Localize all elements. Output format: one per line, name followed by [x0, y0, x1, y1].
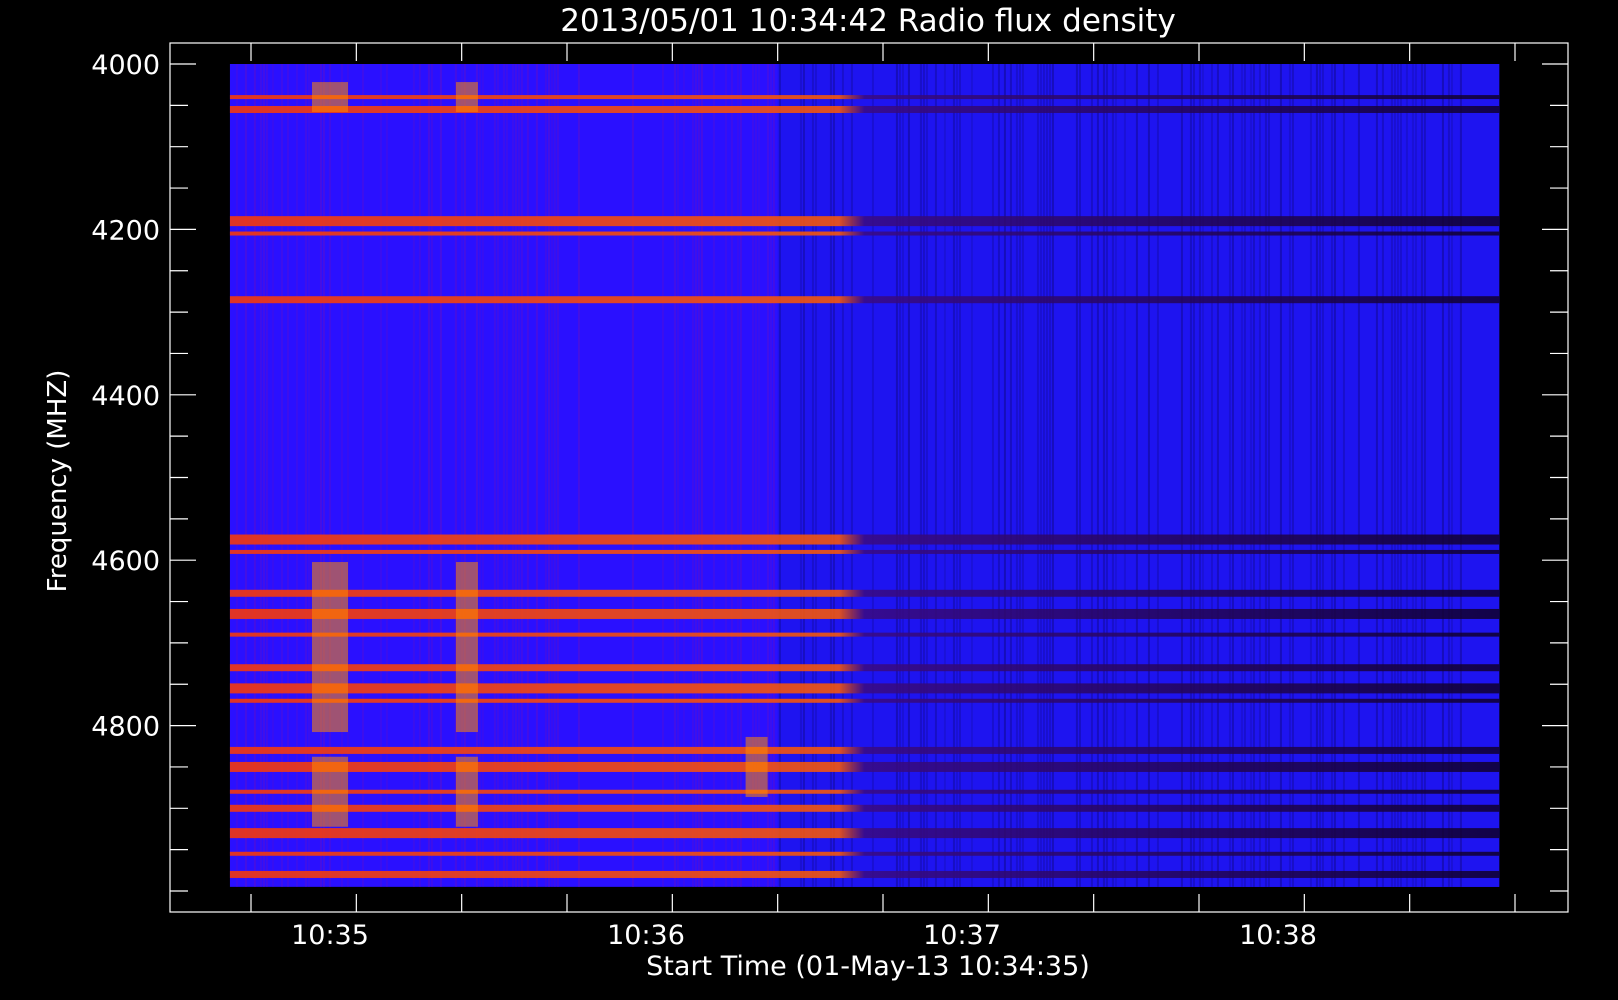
- emission-band: [229, 746, 1500, 754]
- emission-band: [229, 632, 1500, 637]
- y-tick-label: 4000: [91, 50, 160, 81]
- emission-burst: [455, 82, 478, 113]
- emission-burst: [312, 756, 348, 827]
- emission-band: [229, 95, 1500, 100]
- emission-band: [229, 589, 1500, 597]
- emission-burst: [745, 736, 768, 797]
- spectrogram-chart: 4000 4200 4400 4600 4800 10:35 10:36 10:37 10:38…: [0, 0, 1618, 1000]
- x-tick-label: 10:36: [607, 920, 685, 951]
- emission-band: [229, 231, 1500, 236]
- emission-band: [229, 698, 1500, 703]
- x-tick-label: 10:37: [923, 920, 1001, 951]
- emission-burst: [312, 82, 348, 113]
- emission-band: [229, 789, 1500, 794]
- emission-band: [229, 608, 1500, 619]
- emission-burst: [455, 756, 478, 827]
- emission-band: [229, 870, 1500, 878]
- x-tick-label: 10:35: [291, 920, 369, 951]
- emission-band: [229, 761, 1500, 772]
- y-tick-label: 4400: [91, 381, 160, 412]
- emission-band: [229, 664, 1500, 672]
- emission-band: [229, 549, 1500, 554]
- heatmap-area: [229, 64, 1500, 887]
- emission-band: [229, 296, 1500, 304]
- emission-band: [229, 216, 1500, 227]
- emission-band: [229, 851, 1500, 856]
- emission-band: [229, 804, 1500, 812]
- emission-burst: [312, 562, 348, 733]
- emission-band: [229, 105, 1500, 113]
- y-tick-label: 4800: [91, 712, 160, 743]
- emission-band: [229, 683, 1500, 694]
- chart-title: 2013/05/01 10:34:42 Radio flux density: [560, 3, 1176, 39]
- x-axis-label: Start Time (01-May-13 10:34:35): [646, 951, 1090, 982]
- x-tick-label: 10:38: [1239, 920, 1317, 951]
- emission-burst: [455, 562, 478, 733]
- y-tick-label: 4600: [91, 546, 160, 577]
- emission-band: [229, 828, 1500, 839]
- y-axis-label: Frequency (MHZ): [43, 370, 73, 593]
- y-tick-label: 4200: [91, 215, 160, 246]
- emission-band: [229, 534, 1500, 545]
